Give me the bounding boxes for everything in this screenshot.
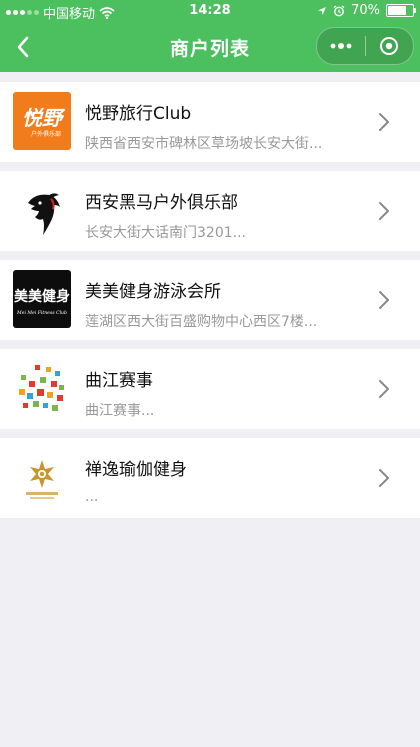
merchant-name: 禅逸瑜伽健身 — [85, 460, 187, 480]
merchant-logo — [13, 448, 71, 506]
more-dots-icon — [330, 43, 352, 49]
logo-subtext: Mei Mei Fitness Club — [16, 310, 67, 316]
alarm-icon — [333, 4, 345, 16]
chevron-right-icon — [379, 469, 389, 487]
battery-icon — [386, 4, 416, 17]
merchant-logo — [13, 181, 71, 239]
merchant-address: 莲湖区西大街百盛购物中心西区7楼... — [85, 314, 318, 330]
target-close-icon — [380, 37, 399, 55]
merchant-name: 西安黑马户外俱乐部 — [85, 193, 238, 213]
merchant-address: 曲江赛事... — [85, 403, 155, 419]
merchant-text: 曲江赛事 曲江赛事... — [85, 366, 370, 420]
merchant-item[interactable]: 西安黑马户外俱乐部 长安大街大话南门3201... — [0, 171, 420, 251]
chevron-right-icon — [379, 380, 389, 398]
merchant-logo: 悦野 户外俱乐部 — [13, 92, 71, 150]
merchant-name: 悦野旅行Club — [85, 104, 192, 124]
merchant-logo — [13, 359, 71, 417]
merchant-name: 美美健身游泳会所 — [85, 282, 221, 302]
merchant-text: 西安黑马户外俱乐部 长安大街大话南门3201... — [85, 188, 370, 242]
lotus-logo-icon — [26, 460, 58, 499]
merchant-item[interactable]: 美美健身 Mei Mei Fitness Club 美美健身游泳会所 莲湖区西大… — [0, 260, 420, 340]
chevron-right-icon — [379, 291, 389, 309]
logo-text: 悦野 — [22, 106, 66, 130]
battery-percent: 70% — [351, 3, 380, 18]
merchant-text: 悦野旅行Club 陕西省西安市碑林区草场坡长安大街... — [85, 99, 370, 153]
chevron-right-icon — [379, 113, 389, 131]
location-arrow-icon — [318, 6, 327, 15]
merchant-address: ... — [85, 489, 99, 505]
mini-program-capsule — [316, 27, 414, 65]
merchant-text: 美美健身游泳会所 莲湖区西大街百盛购物中心西区7楼... — [85, 277, 370, 331]
merchant-text: 禅逸瑜伽健身 ... — [85, 455, 370, 505]
logo-subtext: 户外俱乐部 — [31, 130, 61, 138]
merchant-logo: 美美健身 Mei Mei Fitness Club — [13, 270, 71, 328]
horse-icon — [28, 193, 60, 235]
logo-text: 美美健身 — [14, 288, 70, 305]
status-bar: 中国移动 14:28 70% — [0, 0, 420, 22]
status-right: 70% — [317, 3, 416, 18]
nav-bar: 商户列表 — [0, 22, 420, 72]
close-mini-program-button[interactable] — [365, 28, 413, 64]
merchant-name: 曲江赛事 — [85, 371, 153, 391]
mosaic-logo-icon — [19, 365, 64, 411]
header: 中国移动 14:28 70% 商户列表 — [0, 0, 420, 72]
merchant-item[interactable]: 禅逸瑜伽健身 ... — [0, 438, 420, 518]
merchant-list: 悦野 户外俱乐部 悦野旅行Club 陕西省西安市碑林区草场坡长安大街... 西安… — [0, 82, 420, 527]
merchant-address: 长安大街大话南门3201... — [85, 225, 246, 241]
more-button[interactable] — [317, 28, 365, 64]
merchant-item[interactable]: 曲江赛事 曲江赛事... — [0, 349, 420, 429]
merchant-item[interactable]: 悦野 户外俱乐部 悦野旅行Club 陕西省西安市碑林区草场坡长安大街... — [0, 82, 420, 162]
merchant-address: 陕西省西安市碑林区草场坡长安大街... — [85, 136, 323, 152]
chevron-right-icon — [379, 202, 389, 220]
